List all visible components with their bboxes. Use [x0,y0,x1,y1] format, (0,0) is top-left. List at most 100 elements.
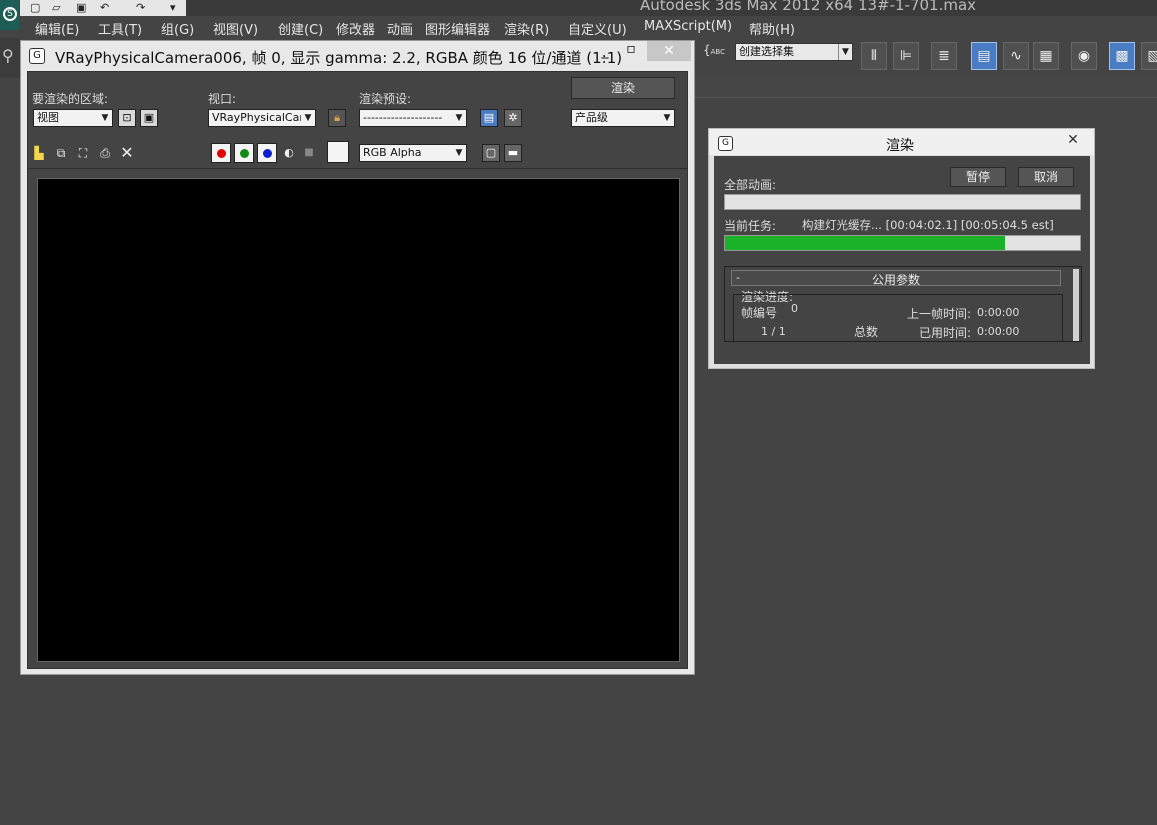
channel-value: RGB Alpha [363,146,422,159]
mono-channel-icon[interactable]: ■ [300,144,318,162]
rendered-frame-window-icon[interactable]: ▧ [1141,42,1157,70]
preset-value: -------------------- [363,111,443,124]
rollout-scrollbar[interactable] [1073,269,1079,341]
app-workspace: ▢ ▱ ▣ ↶ ↷ ▾ Autodesk 3ds Max 2012 x64 13… [0,0,1157,825]
qa-dropdown-icon[interactable]: ▾ [170,1,176,14]
render-canvas[interactable] [37,178,680,662]
panel-divider [28,168,687,169]
current-task-progress-fill [725,236,1006,250]
window-icon: G [718,136,733,151]
view-toggle-icon[interactable]: ▬ [504,144,522,162]
mirror-icon[interactable]: ⫴ [861,42,887,70]
quality-dropdown[interactable]: 产品级 ▼ [571,109,675,127]
selection-set-value: 创建选择集 [739,45,794,58]
frame-number-value: 0 [791,302,798,315]
menu-group[interactable]: 组(G) [161,19,194,38]
viewport-value: VRayPhysicalCam [212,111,311,124]
pause-button[interactable]: 暂停 [950,167,1006,187]
save-icon[interactable]: ▣ [76,1,86,14]
render-dialog-title: 渲染 [886,138,914,154]
area-dropdown[interactable]: 视图 ▼ [33,109,113,127]
current-task-label: 当前任务: [724,219,777,233]
frame-buffer-title: VRayPhysicalCamera006, 帧 0, 显示 gamma: 2.… [55,49,623,67]
redo-icon[interactable]: ↷ [136,1,145,14]
frame-buffer-window: G VRayPhysicalCamera006, 帧 0, 显示 gamma: … [20,40,695,675]
alpha-channel-icon[interactable]: ◐ [280,144,298,162]
minimize-icon[interactable]: _ [593,43,617,63]
maximize-icon[interactable]: ▫ [619,41,643,61]
clone-window-icon[interactable]: ⧉ [52,144,70,162]
channels-icon[interactable]: ⛶ [74,144,92,162]
layer-manager-icon[interactable]: ≣ [931,42,957,70]
curve-editor-icon[interactable]: ∿ [1003,42,1029,70]
color-swatch[interactable] [327,141,349,163]
menu-help[interactable]: 帮助(H) [749,19,795,38]
viewport-dropdown[interactable]: VRayPhysicalCam ▼ [208,109,316,127]
left-toolbar-strip: ⚲ [0,38,20,78]
common-params-rollout: - 公用参数 渲染进度: 帧编号 0 上一帧时间: 0:00:00 1 / 1 … [724,266,1082,342]
chevron-down-icon: ▼ [660,110,674,126]
frame-count: 1 / 1 [761,325,786,338]
schematic-view-icon[interactable]: ▦ [1033,42,1059,70]
menu-animation[interactable]: 动画 [387,19,413,38]
preset-dropdown[interactable]: -------------------- ▼ [359,109,467,127]
undo-icon[interactable]: ↶ [100,1,109,14]
render-setup-icon[interactable]: ▤ [480,109,498,127]
menu-rendering[interactable]: 渲染(R) [504,19,549,38]
channel-dropdown[interactable]: RGB Alpha ▼ [359,144,467,162]
quick-access-toolbar: ▢ ▱ ▣ ↶ ↷ ▾ [20,0,186,16]
menu-customize[interactable]: 自定义(U) [568,19,627,38]
spellcheck-icon[interactable]: {ABC [703,42,725,58]
current-task-progress-bar [724,235,1081,251]
chevron-down-icon: ▼ [452,145,466,161]
render-setup-icon[interactable]: ▩ [1109,42,1135,70]
open-file-icon[interactable]: ▱ [52,1,60,14]
menu-modifiers[interactable]: 修改器 [336,19,375,38]
ribbon-toggle-icon[interactable]: ▤ [971,42,997,70]
chevron-down-icon: ▼ [452,110,466,126]
red-channel-toggle[interactable] [211,143,231,163]
clear-icon[interactable]: ✕ [118,144,136,162]
frame-buffer-titlebar[interactable]: G VRayPhysicalCamera006, 帧 0, 显示 gamma: … [21,41,694,71]
menu-tools[interactable]: 工具(T) [98,19,142,38]
environment-icon[interactable]: ✲ [504,109,522,127]
rollout-header[interactable]: - 公用参数 [731,270,1061,287]
print-icon[interactable]: ⎙ [96,144,114,162]
link-icon[interactable]: ⚲ [2,46,14,65]
auto-region-icon[interactable]: ▣ [140,109,158,127]
lock-icon[interactable]: 🔒︎ [328,109,346,127]
menu-maxscript[interactable]: MAXScript(M) [644,19,732,34]
blue-channel-toggle[interactable] [257,143,277,163]
menu-bar: 编辑(E) 工具(T) 组(G) 视图(V) 创建(C) 修改器 动画 图形编辑… [20,16,1157,38]
cancel-button[interactable]: 取消 [1018,167,1074,187]
menu-create[interactable]: 创建(C) [278,19,323,38]
render-dialog-titlebar[interactable]: G 渲染 ✕ [709,129,1094,155]
display-toggle-icon[interactable]: ▢ [482,144,500,162]
edit-region-icon[interactable]: ⊡ [118,109,136,127]
total-label: 总数 [854,325,879,339]
quality-value: 产品级 [575,111,608,124]
chevron-down-icon: ▼ [98,110,112,126]
app-title: Autodesk 3ds Max 2012 x64 13#-1-701.max [640,0,977,14]
app-title-bar: ▢ ▱ ▣ ↶ ↷ ▾ Autodesk 3ds Max 2012 x64 13… [0,0,1157,16]
close-icon[interactable]: ✕ [1055,130,1091,150]
new-file-icon[interactable]: ▢ [30,1,40,14]
save-image-icon[interactable]: ▙ [30,144,48,162]
current-task-text: 构建灯光缓存... [00:04:02.1] [00:05:04.5 est] [802,218,1054,232]
area-value: 视图 [37,111,59,124]
green-channel-toggle[interactable] [234,143,254,163]
app-logo-icon[interactable]: S [0,0,20,30]
close-icon[interactable]: ✕ [647,41,691,61]
material-editor-icon[interactable]: ◉ [1071,42,1097,70]
selection-set-dropdown[interactable]: 创建选择集 ▼ [735,43,853,61]
render-button[interactable]: 渲染 [571,77,675,99]
menu-views[interactable]: 视图(V) [213,19,258,38]
render-dialog-body: 暂停 取消 全部动画: 当前任务: 构建灯光缓存... [00:04:02.1]… [714,156,1090,364]
all-animation-progress-bar [724,194,1081,210]
viewport-label: 视口: [208,92,237,106]
menu-graph-editors[interactable]: 图形编辑器 [425,19,490,38]
chevron-down-icon: ▼ [301,110,315,126]
frame-buffer-panel: 要渲染的区域: 视图 ▼ ⊡ ▣ 视口: VRayPhysicalCam ▼ 🔒… [27,71,688,669]
align-icon[interactable]: ⊫ [893,42,919,70]
menu-edit[interactable]: 编辑(E) [35,19,79,38]
